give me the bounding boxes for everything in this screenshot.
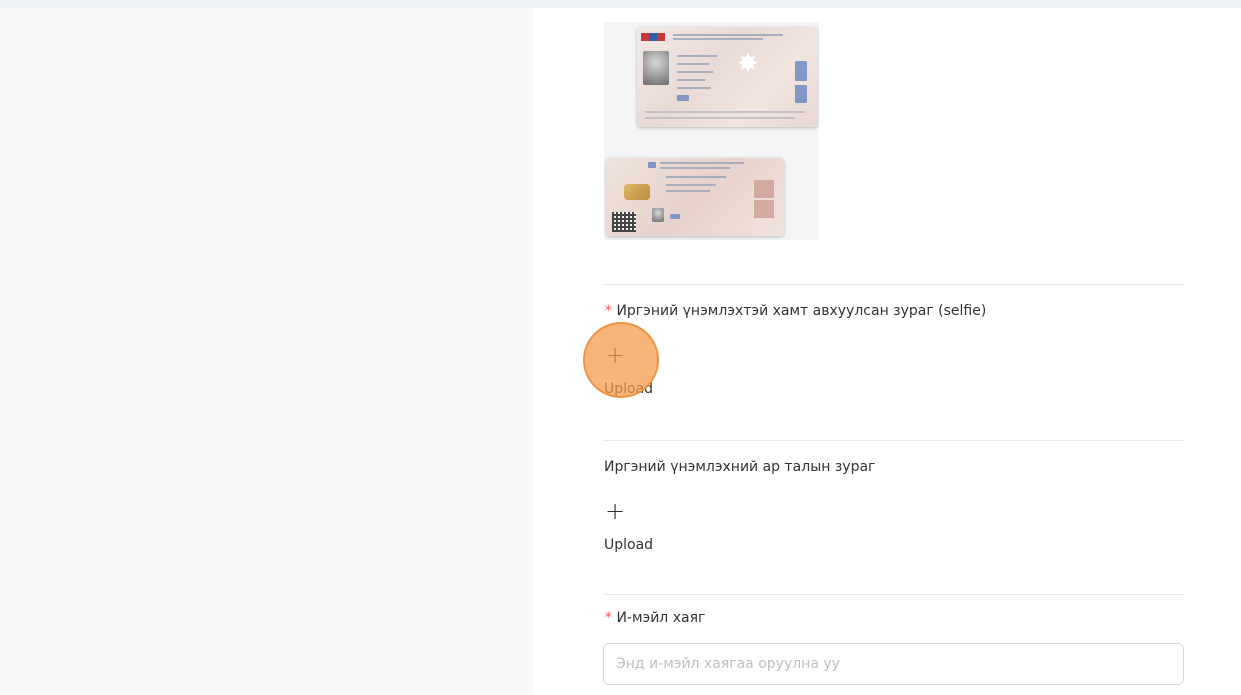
top-bar (0, 0, 1241, 8)
left-panel (0, 8, 533, 695)
id-back-upload-label: Upload (604, 537, 654, 553)
selfie-label-text: Иргэний үнэмлэхтэй хамт авхуулсан зураг … (616, 303, 987, 319)
section-divider (603, 594, 1184, 595)
section-divider (603, 440, 1184, 441)
section-divider (603, 284, 1184, 285)
id-card-preview-image[interactable]: ✸ (604, 22, 819, 240)
click-indicator (583, 322, 659, 398)
id-card-front-image: ✸ (637, 27, 818, 127)
email-input[interactable] (603, 643, 1184, 685)
selfie-field-label: * Иргэний үнэмлэхтэй хамт авхуулсан зураг… (604, 303, 986, 319)
required-marker: * (604, 610, 613, 626)
email-field-label: * И-мэйл хаяг (604, 610, 705, 626)
id-back-label-text: Иргэний үнэмлэхний ар талын зураг (604, 459, 876, 475)
id-back-field-label: Иргэний үнэмлэхний ар талын зураг (604, 459, 875, 475)
page: ✸ * Иргэний үнэмлэхтэй хамт авхуулсан зур… (0, 0, 1241, 695)
required-marker: * (604, 303, 613, 319)
id-card-back-image (606, 158, 784, 236)
email-label-text: И-мэйл хаяг (616, 610, 706, 626)
plus-icon: + (605, 497, 626, 525)
